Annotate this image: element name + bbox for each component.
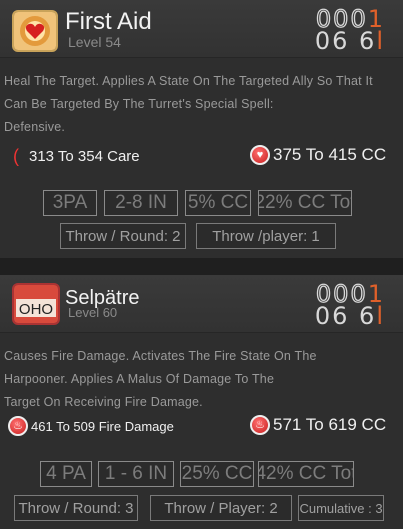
description-line: Heal The Target. Applies A State On The … <box>4 74 373 88</box>
heart-spell-icon <box>12 10 58 52</box>
spell-cost: 0001 06 6l <box>314 6 385 55</box>
spell-description: Causes Fire Damage. Activates The Fire S… <box>4 345 399 414</box>
heal-icon: ( <box>13 146 19 166</box>
spell-cost: 0001 06 6l <box>314 281 385 330</box>
spell-level: Level 60 <box>68 305 118 320</box>
spell-card-selpatre[interactable]: OHO Selpätre Level 60 0001 06 6l Causes … <box>0 275 403 529</box>
throw-per-round-box: Throw / Round: 2 <box>60 223 186 249</box>
cumulative-box: Cumulative : 3 <box>298 495 384 521</box>
description-line: Target On Receiving Fire Damage. <box>4 395 203 409</box>
ap-cost-box: 3PA <box>43 190 97 216</box>
throw-per-round-box: Throw / Round: 3 <box>14 495 138 521</box>
description-line: Harpooner. Applies A Malus Of Damage To … <box>4 372 275 386</box>
cost-bottom: 06 6 <box>314 27 377 55</box>
crit-chance-box: 25% CC <box>180 461 254 487</box>
description-line: Can Be Targeted By The Turret's Special … <box>4 97 274 111</box>
crit-chance-box: 5% CC <box>185 190 251 216</box>
crit-total-box: 42% CC Tot <box>258 461 354 487</box>
throw-per-player-box: Throw /player: 1 <box>196 223 336 249</box>
effect-normal-text: 313 To 354 Care <box>29 147 140 165</box>
icon-text: OHO <box>19 301 53 318</box>
throw-per-player-box: Throw / Player: 2 <box>150 495 292 521</box>
effect-normal: ( 313 To 354 Care <box>6 146 140 166</box>
crit-total-box: 22% CC Tot <box>258 190 352 216</box>
card-separator <box>0 258 403 275</box>
range-box: 1 - 6 IN <box>98 461 174 487</box>
effect-normal: ♨ 461 To 509 Fire Damage <box>8 416 174 436</box>
spell-header: First Aid Level 54 0001 06 6l <box>0 0 403 58</box>
description-line: Causes Fire Damage. Activates The Fire S… <box>4 349 317 363</box>
description-line: Defensive. <box>4 120 66 134</box>
effect-critical: ♨ 571 To 619 CC <box>250 415 386 435</box>
cost-bottom-accent: l <box>376 302 385 330</box>
spell-description: Heal The Target. Applies A State On The … <box>4 70 399 139</box>
fire-icon: ♨ <box>250 415 270 435</box>
effect-critical-text: 375 To 415 CC <box>273 145 387 164</box>
spell-header: OHO Selpätre Level 60 0001 06 6l <box>0 275 403 333</box>
ap-cost-box: 4 PA <box>40 461 92 487</box>
spell-level: Level 54 <box>68 34 121 50</box>
spell-name: First Aid <box>65 8 152 35</box>
cost-bottom: 06 6 <box>314 302 377 330</box>
effect-normal-text: 461 To 509 Fire Damage <box>31 418 174 434</box>
cost-bottom-accent: l <box>376 27 385 55</box>
effect-critical-text: 571 To 619 CC <box>273 415 387 434</box>
fire-spell-icon: OHO <box>12 283 60 325</box>
fire-icon: ♨ <box>8 416 28 436</box>
range-box: 2-8 IN <box>104 190 178 216</box>
heart-icon: ♥ <box>250 145 270 165</box>
spell-card-first-aid[interactable]: First Aid Level 54 0001 06 6l Heal The T… <box>0 0 403 258</box>
effect-critical: ♥ 375 To 415 CC <box>250 145 386 165</box>
